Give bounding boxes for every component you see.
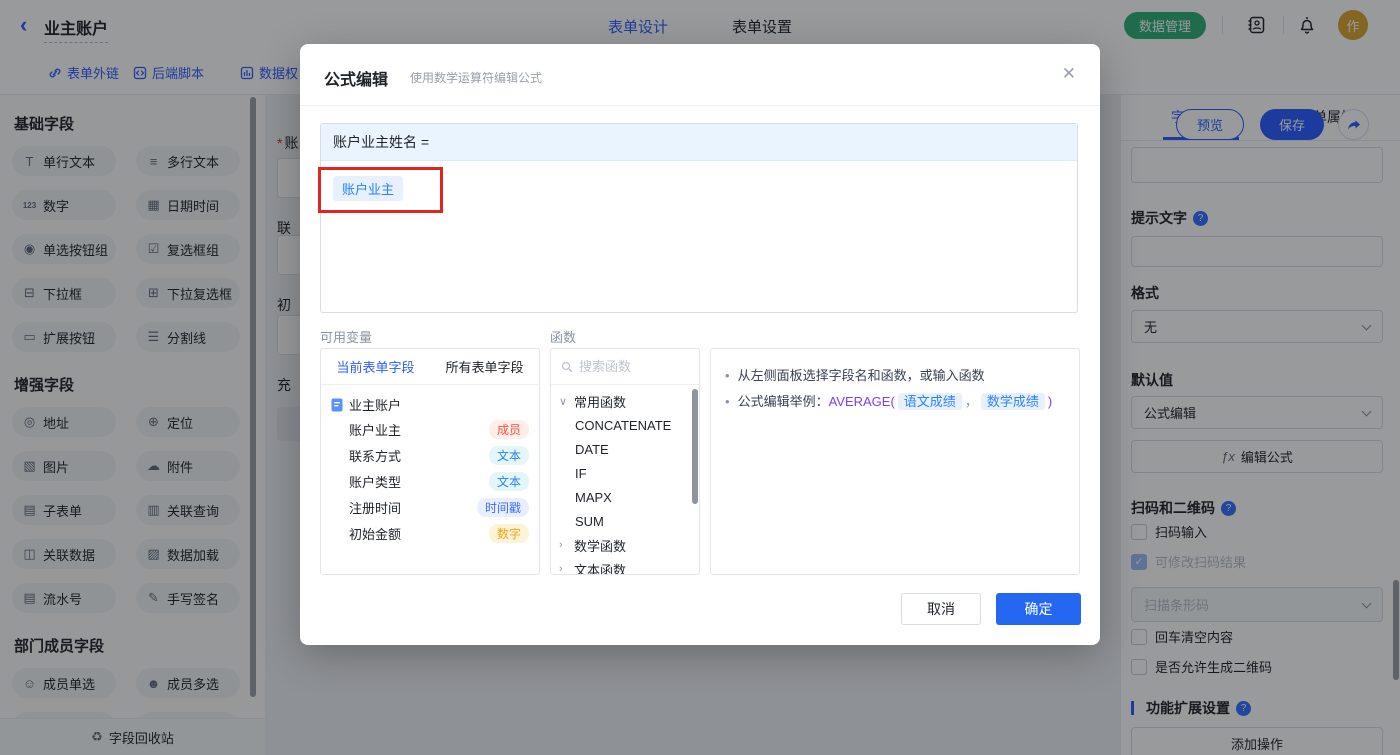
function-search[interactable]: [551, 349, 699, 385]
function-group-math[interactable]: › 数学函数: [551, 533, 699, 557]
cancel-button[interactable]: 取消: [901, 593, 981, 625]
example-function-name: AVERAGE(: [828, 394, 895, 409]
formula-edit-dialog: 公式编辑 使用数学运算符编辑公式 ✕ 账户业主姓名 = 账户业主 可用变量 函数…: [300, 44, 1100, 645]
function-item[interactable]: DATE: [551, 437, 699, 461]
chevron-collapsed-icon: ›: [559, 539, 563, 551]
function-item[interactable]: MAPX: [551, 485, 699, 509]
form-doc-icon: [331, 398, 343, 411]
field-type-badge: 数字: [488, 523, 529, 543]
help-line-2: • 公式编辑举例：AVERAGE(语文成绩，数学成绩): [725, 393, 1053, 410]
confirm-button[interactable]: 确定: [996, 593, 1081, 625]
function-search-input[interactable]: [579, 359, 679, 374]
app-root: ‹ 业主账户 表单设计 表单设置 数据管理 作 表单外链 后端脚本 数据权 预览…: [0, 0, 1400, 755]
chevron-expanded-icon: ∨: [559, 395, 568, 408]
functions-panel: ∨ 常用函数 CONCATENATE DATE IF MAPX SUM › 数学…: [550, 348, 700, 575]
dialog-header-divider: [300, 105, 1100, 106]
close-icon[interactable]: ✕: [1062, 64, 1076, 84]
search-icon: [561, 361, 573, 372]
tab-current-form-fields[interactable]: 当前表单字段: [321, 349, 430, 384]
function-item[interactable]: CONCATENATE: [551, 413, 699, 437]
tab-all-form-fields[interactable]: 所有表单字段: [430, 349, 539, 384]
help-panel: • 从左侧面板选择字段名和函数，或输入函数 • 公式编辑举例：AVERAGE(语…: [710, 348, 1080, 575]
function-item[interactable]: IF: [551, 461, 699, 485]
field-type-badge: 文本: [488, 445, 529, 465]
formula-target-bar: 账户业主姓名 =: [321, 124, 1077, 161]
function-group-text[interactable]: › 文本函数: [551, 557, 699, 575]
variable-row[interactable]: 账户类型 文本: [321, 468, 539, 494]
form-tree-root[interactable]: 业主账户: [331, 395, 539, 414]
function-item[interactable]: SUM: [551, 509, 699, 533]
dialog-subtitle: 使用数学运算符编辑公式: [410, 71, 543, 85]
variables-panel: 当前表单字段 所有表单字段 业主账户 账户业主 成员 联系方式 文本 账户类型 …: [320, 348, 540, 575]
variable-row[interactable]: 账户业主 成员: [321, 416, 539, 442]
functions-scrollbar[interactable]: [692, 389, 698, 504]
variable-row[interactable]: 初始金额 数字: [321, 520, 539, 546]
chevron-collapsed-icon: ›: [559, 563, 563, 575]
example-field-chip: 数学成绩: [980, 393, 1045, 410]
example-field-chip: 语文成绩: [897, 393, 962, 410]
function-group-common[interactable]: ∨ 常用函数: [551, 389, 699, 413]
variable-row[interactable]: 注册时间 时间戳: [321, 494, 539, 520]
field-type-badge: 成员: [488, 419, 529, 439]
help-line-1: • 从左侧面板选择字段名和函数，或输入函数: [725, 368, 985, 383]
formula-field-chip[interactable]: 账户业主: [333, 176, 404, 201]
formula-editor[interactable]: 账户业主姓名 = 账户业主: [320, 123, 1078, 313]
variables-label: 可用变量: [320, 330, 373, 345]
field-type-badge: 时间戳: [476, 497, 529, 517]
variable-row[interactable]: 联系方式 文本: [321, 442, 539, 468]
functions-label: 函数: [550, 330, 577, 345]
dialog-title: 公式编辑: [324, 72, 389, 89]
variables-tabs: 当前表单字段 所有表单字段: [321, 349, 539, 385]
field-type-badge: 文本: [488, 471, 529, 491]
